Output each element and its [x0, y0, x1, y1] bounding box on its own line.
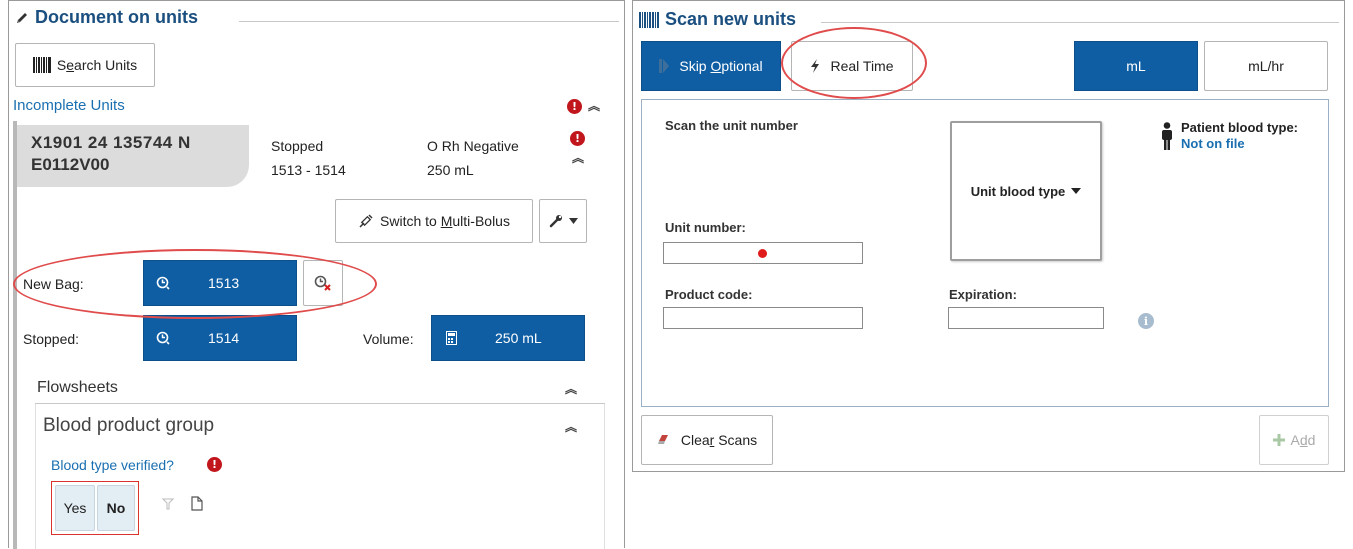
new-bag-time-button[interactable]: 1513 [143, 260, 297, 306]
alert-icon: ! [567, 99, 582, 114]
clear-scans-button[interactable]: Clear Scans [641, 415, 773, 465]
skip-forward-icon [659, 59, 670, 73]
expiration-input[interactable] [948, 307, 1104, 329]
collapse-chevron-icon[interactable]: ︽ [588, 100, 600, 112]
scan-heading: Scan the unit number [665, 118, 798, 133]
skip-optional-label: Skip Optional [679, 58, 763, 74]
unit-blood-type-label: Unit blood type [970, 183, 1066, 199]
switch-to-multi-bolus-button[interactable]: Switch to Multi-Bolus [335, 199, 533, 243]
clear-scans-label: Clear Scans [680, 432, 758, 448]
clock-icon [156, 276, 170, 290]
stopped-time-value: 1514 [208, 330, 240, 346]
document-on-units-title: Document on units [15, 7, 198, 28]
wrench-menu-button[interactable] [539, 199, 587, 243]
stopped-time-button[interactable]: 1514 [143, 315, 297, 361]
barcode-icon [639, 11, 659, 28]
unit-number-line2: E0112V00 [31, 155, 110, 174]
volume-value: 250 mL [495, 330, 542, 346]
info-icon[interactable]: i [1138, 313, 1154, 329]
document-on-units-panel: Document on units Search Units Incomplet… [8, 0, 625, 549]
no-button[interactable]: No [97, 485, 135, 531]
skip-optional-button[interactable]: Skip Optional [641, 41, 781, 91]
unit-blood-type-button[interactable]: Unit blood type [950, 121, 1102, 261]
add-button[interactable]: Add [1259, 415, 1329, 465]
barcode-icon [32, 57, 51, 73]
plus-icon [1272, 434, 1285, 446]
add-label: Add [1290, 432, 1316, 448]
pencil-icon [15, 11, 29, 25]
product-code-label: Product code: [665, 287, 753, 302]
unit-number-label: Unit number: [665, 220, 746, 235]
blood-product-group-title: Blood product group [43, 415, 215, 436]
clear-time-button[interactable] [303, 260, 343, 306]
clock-clear-icon [314, 275, 332, 291]
volume-label: Volume: [363, 331, 414, 347]
calculator-icon [446, 331, 457, 345]
person-icon [1161, 122, 1173, 150]
switch-to-multi-bolus-label: Switch to Multi-Bolus [380, 213, 510, 229]
unit-card-header: X1901 24 135744 N E0112V00 Stopped 1513 … [17, 125, 607, 187]
stopped-label: Stopped: [23, 331, 80, 347]
unit-status: Stopped [271, 138, 324, 154]
volume-button[interactable]: 250 mL [431, 315, 585, 361]
scan-new-units-panel: Scan new units Skip Optional Real Time m… [632, 0, 1345, 472]
question-alert-icon: ! [207, 457, 222, 472]
unit-ml-toggle[interactable]: mL [1074, 41, 1198, 91]
new-bag-time-value: 1513 [208, 275, 240, 291]
unit-collapse-chevron-icon[interactable]: ︽ [572, 152, 584, 164]
eraser-icon [657, 434, 671, 446]
group-collapse-icon[interactable]: ︽ [565, 421, 577, 433]
blood-type-verified-question: Blood type verified? [51, 457, 174, 473]
scan-new-units-title: Scan new units [639, 9, 796, 30]
flowsheets-label: Flowsheets [37, 379, 118, 396]
patient-blood-type-value: Not on file [1181, 136, 1245, 151]
flowsheets-collapse-icon[interactable]: ︽ [565, 383, 577, 395]
new-bag-label: New Bag: [23, 276, 84, 292]
product-code-input[interactable] [663, 307, 863, 329]
yes-button[interactable]: Yes [55, 485, 95, 531]
real-time-label: Real Time [830, 58, 894, 74]
unit-volume: 250 mL [427, 162, 474, 178]
expiration-label: Expiration: [949, 287, 1017, 302]
clock-icon [156, 331, 170, 345]
incomplete-units-label: Incomplete Units [13, 97, 125, 114]
document-icon[interactable] [191, 496, 203, 511]
unit-blood-type: O Rh Negative [427, 138, 519, 154]
unit-range: 1513 - 1514 [271, 162, 346, 178]
caret-down-icon [1071, 188, 1082, 194]
lightning-icon [810, 59, 820, 73]
wrench-icon [549, 214, 563, 228]
title-divider [821, 22, 1339, 23]
unit-alert-icon: ! [570, 131, 585, 146]
required-dot-icon [758, 249, 767, 258]
real-time-button[interactable]: Real Time [791, 41, 913, 91]
title-divider [239, 21, 619, 22]
unit-mlhr-toggle[interactable]: mL/hr [1204, 41, 1328, 91]
syringe-icon [358, 213, 374, 229]
patient-blood-type-label: Patient blood type: [1181, 120, 1298, 135]
search-units-button[interactable]: Search Units [15, 43, 155, 87]
search-units-label: Search Units [56, 57, 138, 73]
flag-icon[interactable] [162, 498, 174, 510]
chevron-down-icon [568, 218, 578, 224]
unit-number-line1: X1901 24 135744 N [31, 133, 191, 152]
